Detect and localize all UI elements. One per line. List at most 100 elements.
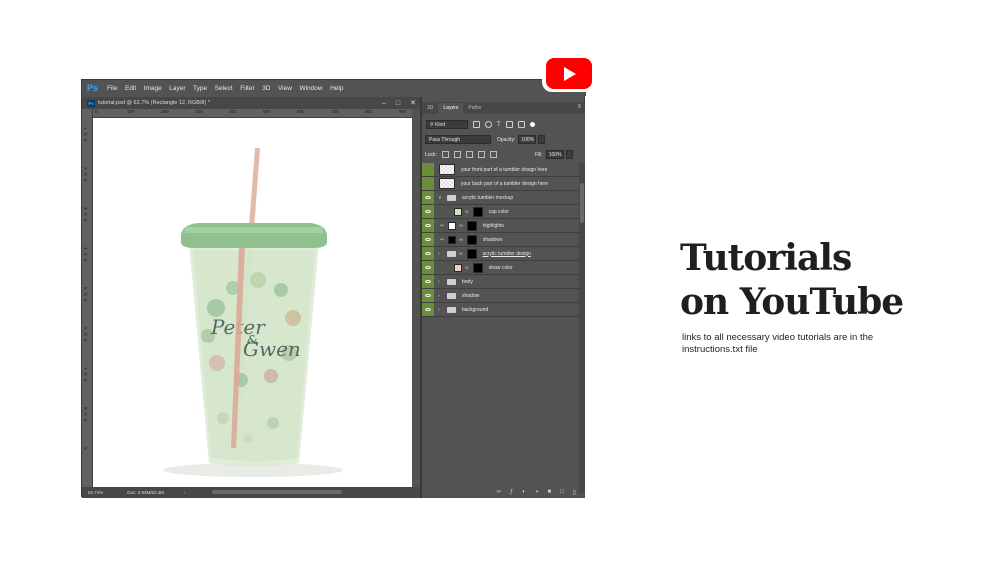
menu-window[interactable]: Window: [299, 85, 322, 92]
filter-adjustment-icon[interactable]: [485, 121, 492, 128]
maximize-icon[interactable]: □: [396, 100, 400, 107]
tab-paths[interactable]: Paths: [463, 103, 486, 114]
scrollbar-thumb[interactable]: [580, 183, 584, 223]
layer-row[interactable]: ∞ cap color: [422, 205, 579, 219]
layer-row[interactable]: ↵ ∞ highlights: [422, 219, 579, 233]
chevron-down-icon[interactable]: ∨: [438, 195, 443, 201]
visibility-toggle[interactable]: [422, 177, 434, 190]
link-icon: ∞: [459, 222, 463, 229]
layers-panel: 3D Layers Paths ≡ ⚲ Kind T Pass Through …: [422, 102, 585, 498]
lock-transparent-icon[interactable]: [441, 151, 449, 158]
opacity-label: Opacity:: [497, 136, 516, 143]
layer-row[interactable]: your back part of a tumbler design here: [422, 177, 579, 191]
eye-icon: [425, 238, 431, 241]
filter-type-icon[interactable]: T: [497, 122, 501, 128]
chevron-right-icon[interactable]: ›: [438, 251, 443, 257]
visibility-toggle[interactable]: [422, 303, 434, 316]
visibility-toggle[interactable]: [422, 163, 434, 176]
link-icon: ∞: [459, 250, 463, 257]
fill-dropdown-icon[interactable]: [565, 150, 573, 159]
layer-name: body: [462, 278, 473, 285]
tab-layers[interactable]: Layers: [438, 103, 464, 114]
lock-position-icon[interactable]: [465, 151, 473, 158]
new-group-icon[interactable]: ■: [547, 489, 551, 495]
menu-help[interactable]: Help: [330, 85, 343, 92]
lock-artboard-icon[interactable]: [477, 151, 485, 158]
add-mask-icon[interactable]: ◐: [522, 489, 526, 495]
panel-menu-icon[interactable]: ≡: [577, 104, 581, 110]
layer-row[interactable]: ∨ acrylic tumbler mockup: [422, 191, 579, 205]
chevron-right-icon[interactable]: ›: [438, 279, 443, 285]
tab-3d[interactable]: 3D: [422, 103, 438, 114]
opacity-dropdown-icon[interactable]: [538, 135, 546, 144]
play-icon: [564, 66, 576, 81]
menu-edit[interactable]: Edit: [125, 85, 136, 92]
chevron-right-icon[interactable]: ›: [438, 307, 443, 313]
blend-opacity-row: Pass Through Opacity: 100%: [425, 134, 582, 145]
layer-row[interactable]: your front part of a tumbler design here: [422, 163, 579, 177]
menu-file[interactable]: File: [107, 85, 117, 92]
visibility-toggle[interactable]: [422, 247, 434, 260]
fill-input[interactable]: 100%: [545, 150, 564, 159]
lock-all-icon[interactable]: [489, 151, 497, 158]
link-layers-icon[interactable]: ∞: [497, 489, 501, 495]
photoshop-window: Ps File Edit Image Layer Type Select Fil…: [81, 79, 586, 498]
menu-layer[interactable]: Layer: [169, 85, 185, 92]
layer-row[interactable]: › ∞ acrylic tumbler design: [422, 247, 579, 261]
menu-bar: Ps File Edit Image Layer Type Select Fil…: [82, 80, 586, 96]
headline-line-1: Tutorials: [680, 237, 852, 279]
menu-view[interactable]: View: [278, 85, 292, 92]
adjustment-layer-icon[interactable]: ◑: [535, 489, 539, 495]
opacity-input[interactable]: 100%: [518, 135, 537, 144]
ruler-left-label: 6: [83, 327, 88, 330]
visibility-toggle[interactable]: [422, 205, 434, 218]
visibility-toggle[interactable]: [422, 289, 434, 302]
layer-row[interactable]: ∞ straw color: [422, 261, 579, 275]
visibility-toggle[interactable]: [422, 219, 434, 232]
status-arrow-icon[interactable]: ›: [184, 490, 186, 495]
new-layer-icon[interactable]: □: [560, 489, 564, 495]
ruler-top-label: 500: [263, 109, 271, 114]
layer-row[interactable]: › background: [422, 303, 579, 317]
layer-row[interactable]: ↵ ∞ shadows: [422, 233, 579, 247]
menu-type[interactable]: Type: [193, 85, 207, 92]
fill-color-thumbnail: [448, 235, 457, 244]
artboard[interactable]: Peter & Gwen: [93, 118, 412, 487]
trash-icon[interactable]: ▯: [573, 489, 576, 496]
panel-footer: ∞ ƒ ◐ ◑ ■ □ ▯: [422, 486, 585, 498]
zoom-level[interactable]: 62.74%: [88, 490, 103, 495]
filter-toggle-icon[interactable]: [529, 122, 535, 127]
document-tab[interactable]: Ps tutorial.psd @ 62.7% (Rectangle 12, R…: [82, 97, 420, 109]
filter-kind-select[interactable]: ⚲ Kind: [426, 120, 468, 129]
layer-row[interactable]: › body: [422, 275, 579, 289]
fx-icon[interactable]: ƒ: [510, 489, 513, 495]
lock-image-icon[interactable]: [453, 151, 461, 158]
visibility-toggle[interactable]: [422, 275, 434, 288]
layer-name: shadows: [482, 236, 503, 243]
chevron-right-icon[interactable]: ›: [438, 293, 443, 299]
folder-icon: [447, 250, 456, 257]
panel-scrollbar[interactable]: [579, 163, 585, 493]
page-root: Ps File Edit Image Layer Type Select Fil…: [0, 0, 1005, 565]
minimize-icon[interactable]: –: [382, 100, 386, 107]
link-icon: ∞: [465, 264, 469, 271]
blend-mode-select[interactable]: Pass Through: [425, 135, 491, 144]
close-icon[interactable]: ✕: [410, 99, 416, 107]
visibility-toggle[interactable]: [422, 191, 434, 204]
filter-shape-icon[interactable]: [505, 121, 513, 128]
youtube-badge[interactable]: [542, 55, 595, 92]
clipping-arrow-icon: ↵: [440, 222, 445, 229]
horizontal-scrollbar[interactable]: [212, 490, 342, 494]
canvas-area[interactable]: Peter & Gwen: [93, 118, 412, 487]
menu-image[interactable]: Image: [144, 85, 162, 92]
menu-filter[interactable]: Filter: [240, 85, 254, 92]
filter-smart-object-icon[interactable]: [517, 121, 525, 128]
menu-3d[interactable]: 3D: [262, 85, 270, 92]
filter-pixel-icon[interactable]: [473, 121, 480, 128]
visibility-toggle[interactable]: [422, 233, 434, 246]
visibility-toggle[interactable]: [422, 261, 434, 274]
layer-name: acrylic tumbler design: [482, 250, 531, 257]
layer-row[interactable]: › shadow: [422, 289, 579, 303]
menu-select[interactable]: Select: [215, 85, 233, 92]
window-controls: – □ ✕: [372, 97, 416, 109]
